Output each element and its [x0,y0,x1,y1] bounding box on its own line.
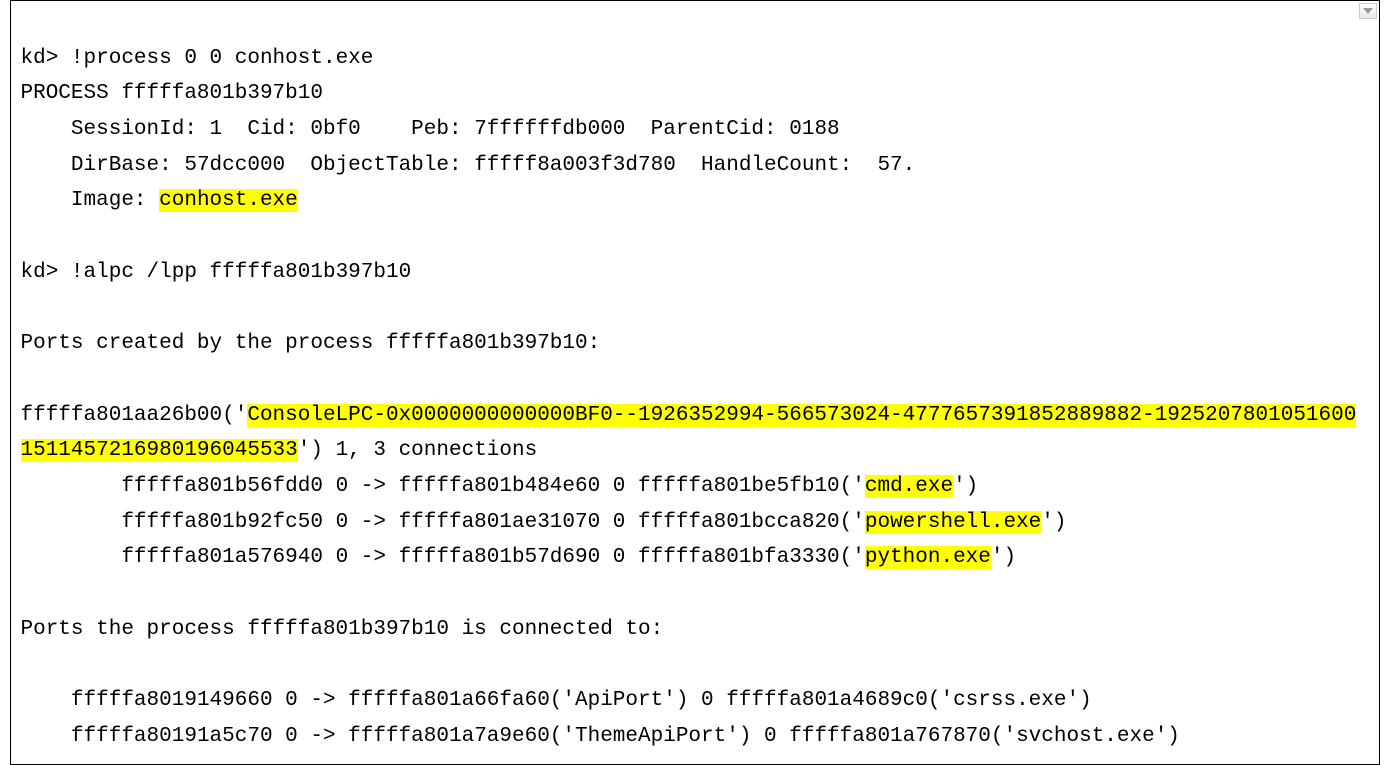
debugger-output: kd> !process 0 0 conhost.exe PROCESS fff… [10,0,1380,765]
connection-line: fffffa801b56fdd0 0 -> fffffa801b484e60 0… [21,475,865,498]
connection-line: fffffa801a576940 0 -> fffffa801b57d690 0… [21,546,865,569]
connected-port-line: fffffa8019149660 0 -> fffffa801a66fa60('… [21,689,1092,712]
port-suffix: ') 1, 3 connections [298,439,537,462]
session-info: SessionId: 1 Cid: 0bf0 Peb: 7ffffffdb000… [21,118,840,141]
process-header: PROCESS fffffa801b397b10 [21,82,323,105]
command-text: !process 0 0 conhost.exe [71,47,373,70]
image-label: Image: [21,189,160,212]
connected-port-line: fffffa80191a5c70 0 -> fffffa801a7a9e60('… [21,725,1180,748]
connection-process-highlight: cmd.exe [865,475,953,498]
connection-suffix: ') [1041,511,1066,534]
command-text: !alpc /lpp fffffa801b397b10 [71,261,411,284]
connection-process-highlight: powershell.exe [865,511,1041,534]
kd-prompt: kd> [21,261,71,284]
ports-created-header: Ports created by the process fffffa801b3… [21,332,601,355]
connection-suffix: ') [953,475,978,498]
connection-process-highlight: python.exe [865,546,991,569]
port-address: fffffa801aa26b00(' [21,404,248,427]
kd-prompt: kd> [21,47,71,70]
ports-connected-header: Ports the process fffffa801b397b10 is co… [21,618,664,641]
connection-suffix: ') [991,546,1016,569]
port-name-highlight-tail: 3 [285,439,298,462]
chevron-down-icon[interactable] [1359,3,1377,19]
connection-line: fffffa801b92fc50 0 -> fffffa801ae31070 0… [21,511,865,534]
image-name-highlight: conhost.exe [159,189,298,212]
dirbase-info: DirBase: 57dcc000 ObjectTable: fffff8a00… [21,154,916,177]
